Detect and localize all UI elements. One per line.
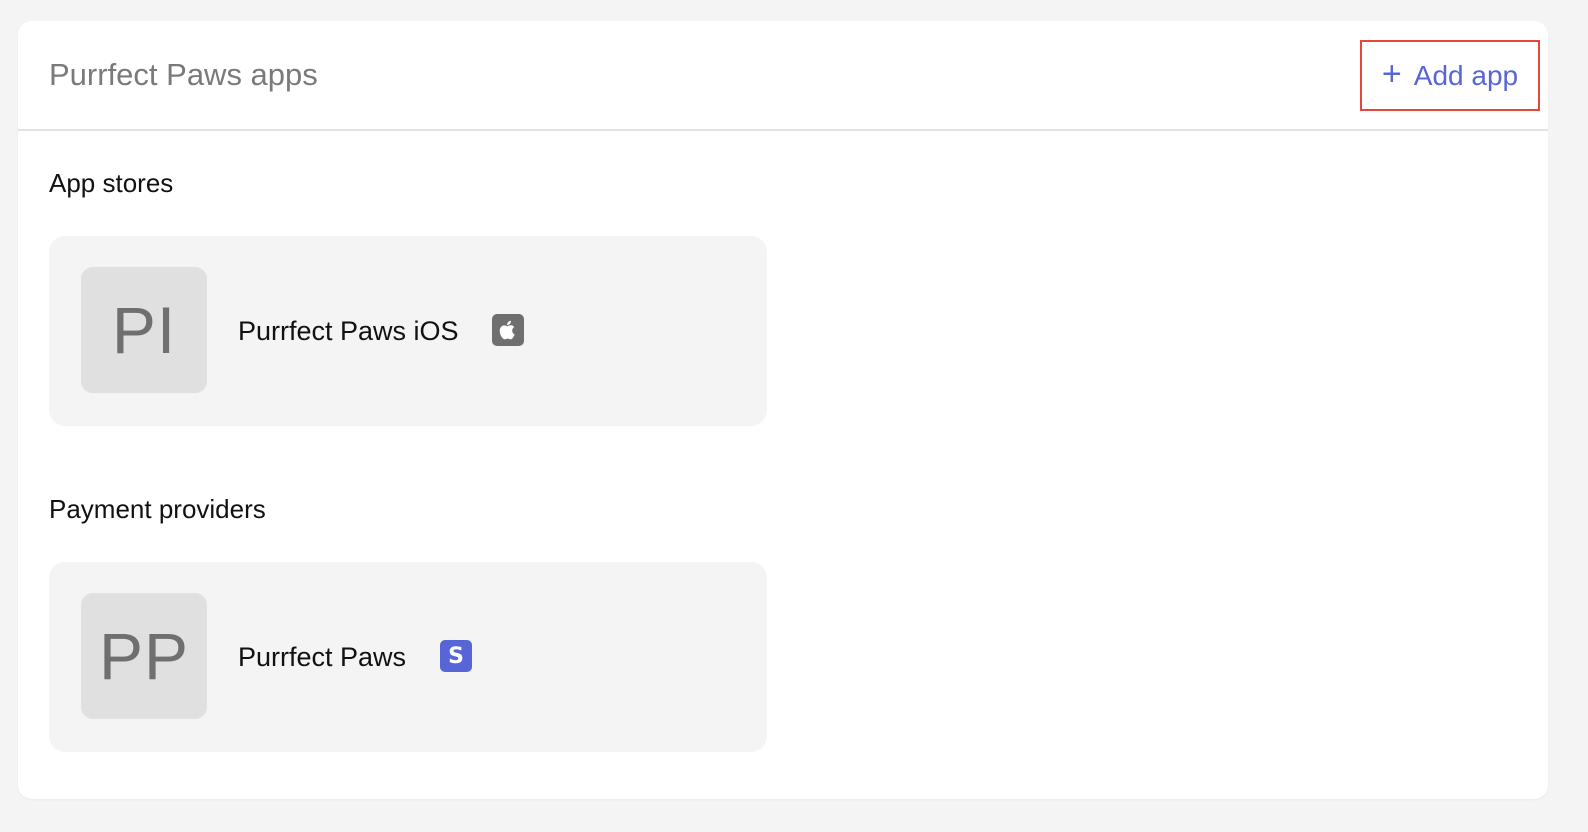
section-title-app-stores: App stores [49, 168, 174, 198]
apps-card: Purrfect Paws apps + Add app App stores … [18, 21, 1548, 799]
app-row-purrfect-paws[interactable]: PP Purrfect Paws S [49, 562, 767, 752]
avatar: PI [81, 267, 207, 393]
avatar: PP [81, 593, 207, 719]
section-title-payment-providers: Payment providers [49, 494, 266, 524]
stripe-icon: S [440, 640, 472, 672]
plus-icon: + [1381, 54, 1402, 93]
app-name: Purrfect Paws iOS [238, 316, 459, 346]
apple-icon [492, 314, 524, 346]
app-name: Purrfect Paws [238, 642, 407, 672]
page-title: Purrfect Paws apps [49, 57, 318, 92]
add-app-button[interactable]: + Add app [1360, 40, 1540, 111]
add-app-label: Add app [1413, 59, 1519, 91]
card-header: Purrfect Paws apps + Add app [18, 21, 1548, 131]
app-row-purrfect-paws-ios[interactable]: PI Purrfect Paws iOS [49, 236, 767, 426]
